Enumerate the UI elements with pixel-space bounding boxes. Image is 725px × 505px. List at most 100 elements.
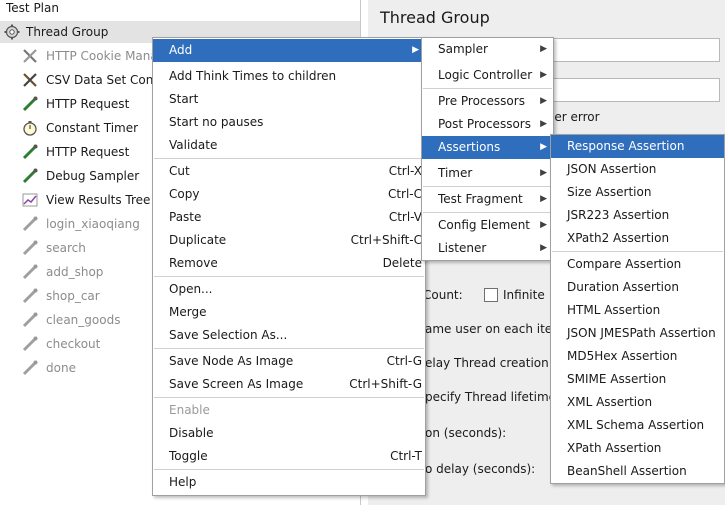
menu-item-add[interactable]: Add ▶ xyxy=(153,39,425,62)
menu-item-html-assertion[interactable]: HTML Assertion xyxy=(551,299,724,322)
menu-item-xml-assertion[interactable]: XML Assertion xyxy=(551,391,724,414)
menu-item-size-assertion[interactable]: Size Assertion xyxy=(551,181,724,204)
menu-item-sampler[interactable]: Sampler ▶ xyxy=(422,38,553,61)
menu-item-save-node-as-image[interactable]: Save Node As Image Ctrl-G xyxy=(153,350,425,373)
menu-separator xyxy=(154,469,424,470)
menu-item-assertions[interactable]: Assertions ▶ xyxy=(422,136,553,159)
menu-item-test-fragment[interactable]: Test Fragment ▶ xyxy=(422,188,553,211)
menu-item-jsr223-assertion[interactable]: JSR223 Assertion xyxy=(551,204,724,227)
tree-item-label: HTTP Request xyxy=(46,97,130,111)
menu-item-start-no-pauses[interactable]: Start no pauses xyxy=(153,111,425,134)
pipette-icon xyxy=(22,264,38,280)
tree-item-label: Test Plan xyxy=(6,1,59,15)
menu-item-label: Cut xyxy=(169,164,190,178)
menu-item-label: Size Assertion xyxy=(567,185,652,199)
menu-item-xpath2-assertion[interactable]: XPath2 Assertion xyxy=(551,227,724,250)
menu-item-pre-processors[interactable]: Pre Processors ▶ xyxy=(422,90,553,113)
menu-item-label: JSR223 Assertion xyxy=(567,208,670,222)
menu-item-label: Duplicate xyxy=(169,233,227,247)
menu-item-duplicate[interactable]: Duplicate Ctrl+Shift-C xyxy=(153,229,425,252)
menu-item-compare-assertion[interactable]: Compare Assertion xyxy=(551,253,724,276)
menu-item-start[interactable]: Start xyxy=(153,88,425,111)
menu-item-label: Start xyxy=(169,92,199,106)
menu-item-label: Add Think Times to children xyxy=(169,69,337,83)
menu-item-label: Response Assertion xyxy=(567,139,685,153)
menu-item-validate[interactable]: Validate xyxy=(153,134,425,157)
menu-item-label: Validate xyxy=(169,138,218,152)
menu-item-shortcut: Ctrl-C xyxy=(387,187,422,201)
menu-item-label: Logic Controller xyxy=(438,68,533,82)
menu-item-json-assertion[interactable]: JSON Assertion xyxy=(551,158,724,181)
menu-item-listener[interactable]: Listener ▶ xyxy=(422,237,553,260)
pipette-icon xyxy=(22,144,38,160)
menu-item-label: BeanShell Assertion xyxy=(567,464,687,478)
menu-separator xyxy=(154,397,424,398)
menu-item-post-processors[interactable]: Post Processors ▶ xyxy=(422,113,553,136)
tree-item-label: Constant Timer xyxy=(46,121,139,135)
menu-item-add-think-times[interactable]: Add Think Times to children xyxy=(153,65,425,88)
menu-item-remove[interactable]: Remove Delete xyxy=(153,252,425,275)
pipette-icon xyxy=(22,360,38,376)
menu-item-shortcut: Ctrl-V xyxy=(388,210,422,224)
menu-item-duration-assertion[interactable]: Duration Assertion xyxy=(551,276,724,299)
chevron-right-icon: ▶ xyxy=(540,142,547,152)
menu-item-label: Save Screen As Image xyxy=(169,377,304,391)
menu-item-save-screen-as-image[interactable]: Save Screen As Image Ctrl+Shift-G xyxy=(153,373,425,396)
tree-item-label: login_xiaoqiang xyxy=(46,217,140,231)
menu-item-timer[interactable]: Timer ▶ xyxy=(422,162,553,185)
panel-title: Thread Group xyxy=(380,8,490,27)
pipette-icon xyxy=(22,96,38,112)
menu-item-shortcut: Ctrl-X xyxy=(388,164,422,178)
assertions-submenu: Response Assertion JSON Assertion Size A… xyxy=(550,134,725,484)
menu-item-merge[interactable]: Merge xyxy=(153,301,425,324)
menu-item-label: JSON JMESPath Assertion xyxy=(567,326,716,340)
menu-item-xpath-assertion[interactable]: XPath Assertion xyxy=(551,437,724,460)
menu-item-disable[interactable]: Disable xyxy=(153,422,425,445)
tree-item-label: HTTP Request xyxy=(46,145,130,159)
chevron-right-icon: ▶ xyxy=(540,96,547,106)
thread-lifetime-label: pecify Thread lifetime xyxy=(425,390,557,404)
menu-item-label: Compare Assertion xyxy=(567,257,682,271)
menu-item-toggle[interactable]: Toggle Ctrl-T xyxy=(153,445,425,468)
menu-item-config-element[interactable]: Config Element ▶ xyxy=(422,214,553,237)
pipette-icon xyxy=(22,168,38,184)
menu-item-label: XML Assertion xyxy=(567,395,653,409)
context-menu: Add ▶ Add Think Times to children Start S… xyxy=(152,37,426,496)
menu-item-label: HTML Assertion xyxy=(567,303,661,317)
menu-item-label: Disable xyxy=(169,426,214,440)
menu-item-label: Copy xyxy=(169,187,200,201)
menu-item-help[interactable]: Help xyxy=(153,471,425,494)
on-error-label: ler error xyxy=(551,110,600,124)
tree-item-label: Thread Group xyxy=(26,25,109,39)
menu-item-response-assertion[interactable]: Response Assertion xyxy=(551,135,724,158)
menu-item-label: Test Fragment xyxy=(438,192,523,206)
tree-item-label: shop_car xyxy=(46,289,100,303)
menu-item-open[interactable]: Open... xyxy=(153,278,425,301)
menu-item-smime-assertion[interactable]: SMIME Assertion xyxy=(551,368,724,391)
menu-item-beanshell-assertion[interactable]: BeanShell Assertion xyxy=(551,460,724,483)
tree-item-label: Debug Sampler xyxy=(46,169,140,183)
menu-item-xml-schema-assertion[interactable]: XML Schema Assertion xyxy=(551,414,724,437)
tree-item-label: add_shop xyxy=(46,265,104,279)
menu-item-label: Enable xyxy=(169,403,210,417)
menu-item-md5hex-assertion[interactable]: MD5Hex Assertion xyxy=(551,345,724,368)
menu-item-save-selection-as[interactable]: Save Selection As... xyxy=(153,324,425,347)
infinite-checkbox[interactable] xyxy=(484,288,498,302)
menu-item-label: Toggle xyxy=(169,449,208,463)
menu-item-label: Save Selection As... xyxy=(169,328,288,342)
menu-item-label: Paste xyxy=(169,210,202,224)
menu-item-logic-controller[interactable]: Logic Controller ▶ xyxy=(422,64,553,87)
pipette-icon xyxy=(22,288,38,304)
menu-item-label: Config Element xyxy=(438,218,530,232)
tools-icon xyxy=(22,48,38,64)
chevron-right-icon: ▶ xyxy=(540,70,547,80)
menu-item-label: Start no pauses xyxy=(169,115,264,129)
menu-item-cut[interactable]: Cut Ctrl-X xyxy=(153,160,425,183)
menu-item-paste[interactable]: Paste Ctrl-V xyxy=(153,206,425,229)
pipette-icon xyxy=(22,216,38,232)
menu-separator xyxy=(154,158,424,159)
menu-item-label: Timer xyxy=(438,166,473,180)
menu-item-json-jmespath-assertion[interactable]: JSON JMESPath Assertion xyxy=(551,322,724,345)
menu-item-copy[interactable]: Copy Ctrl-C xyxy=(153,183,425,206)
chart-icon xyxy=(22,192,38,208)
